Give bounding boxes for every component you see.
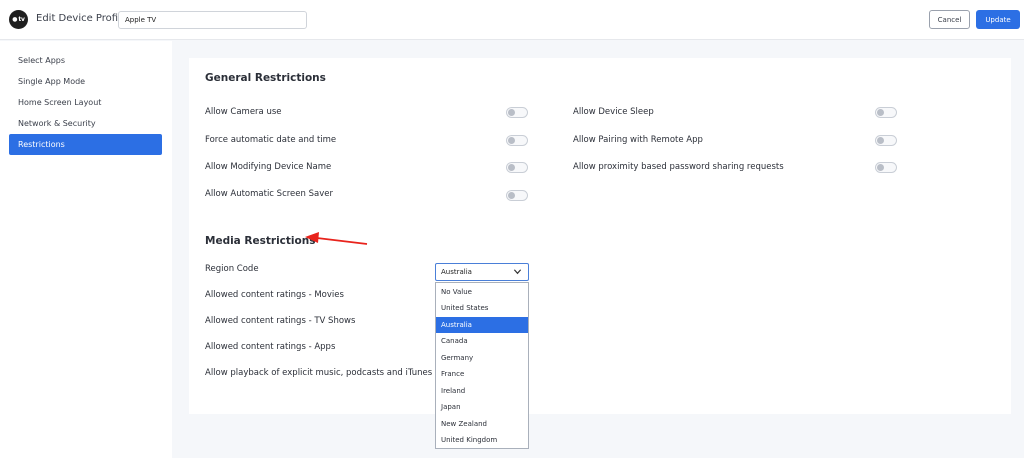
update-button[interactable]: Update [976,10,1020,29]
toggle-force-date-time[interactable] [506,135,528,146]
general-restrictions-title: General Restrictions [205,72,326,84]
dropdown-option[interactable]: No Value [436,284,528,300]
toggle-knob [508,192,515,199]
toggle-knob [508,109,515,116]
toggle-knob [508,137,515,144]
setting-label: Allowed content ratings - Movies [205,290,344,300]
cancel-button[interactable]: Cancel [929,10,970,29]
dropdown-option[interactable]: United Kingdom [436,432,528,448]
toggle-modify-device-name[interactable] [506,162,528,173]
setting-label: Allow Camera use [205,107,282,117]
dropdown-option[interactable]: United States [436,300,528,316]
region-code-select[interactable]: Australia [435,263,529,281]
setting-label: Allow Pairing with Remote App [573,135,703,145]
setting-label: Allowed content ratings - TV Shows [205,316,356,326]
sidebar-item-single-app-mode[interactable]: Single App Mode [9,71,162,92]
annotation-arrow-icon [305,232,368,245]
page-title: Edit Device Profile [36,13,128,24]
dropdown-option-selected[interactable]: Australia [436,317,528,333]
setting-label: Allow Automatic Screen Saver [205,189,333,199]
toggle-knob [877,109,884,116]
apple-icon: ● [12,16,18,23]
toggle-knob [877,164,884,171]
dropdown-option[interactable]: New Zealand [436,416,528,432]
media-restrictions-title: Media Restrictions [205,235,316,247]
profile-name-input[interactable] [118,11,307,29]
setting-label: Region Code [205,264,259,274]
toggle-knob [508,164,515,171]
sidebar: Select Apps Single App Mode Home Screen … [0,41,172,458]
toggle-pairing-remote[interactable] [875,135,897,146]
dropdown-option[interactable]: France [436,366,528,382]
sidebar-item-select-apps[interactable]: Select Apps [9,50,162,71]
region-code-value: Australia [441,268,472,276]
sidebar-item-network-security[interactable]: Network & Security [9,113,162,134]
toggle-knob [877,137,884,144]
region-code-dropdown: No Value United States Australia Canada … [435,282,529,449]
top-header: ●tv Edit Device Profile Cancel Update [0,0,1024,40]
dropdown-option[interactable]: Ireland [436,383,528,399]
dropdown-option[interactable]: Canada [436,333,528,349]
setting-label: Allow proximity based password sharing r… [573,162,784,172]
setting-label: Allow Modifying Device Name [205,162,332,172]
toggle-device-sleep[interactable] [875,107,897,118]
setting-label: Allow playback of explicit music, podcas… [205,368,433,378]
toggle-allow-camera[interactable] [506,107,528,118]
setting-label: Force automatic date and time [205,135,337,145]
dropdown-option[interactable]: Germany [436,350,528,366]
apple-tv-logo-icon: ● tv [9,10,28,29]
sidebar-item-home-screen-layout[interactable]: Home Screen Layout [9,92,162,113]
chevron-down-icon [513,269,522,275]
toggle-proximity-password[interactable] [875,162,897,173]
sidebar-item-restrictions[interactable]: Restrictions [9,134,162,155]
setting-label: Allow Device Sleep [573,107,654,117]
dropdown-option[interactable]: Japan [436,399,528,415]
toggle-screen-saver[interactable] [506,190,528,201]
setting-label: Allowed content ratings - Apps [205,342,336,352]
